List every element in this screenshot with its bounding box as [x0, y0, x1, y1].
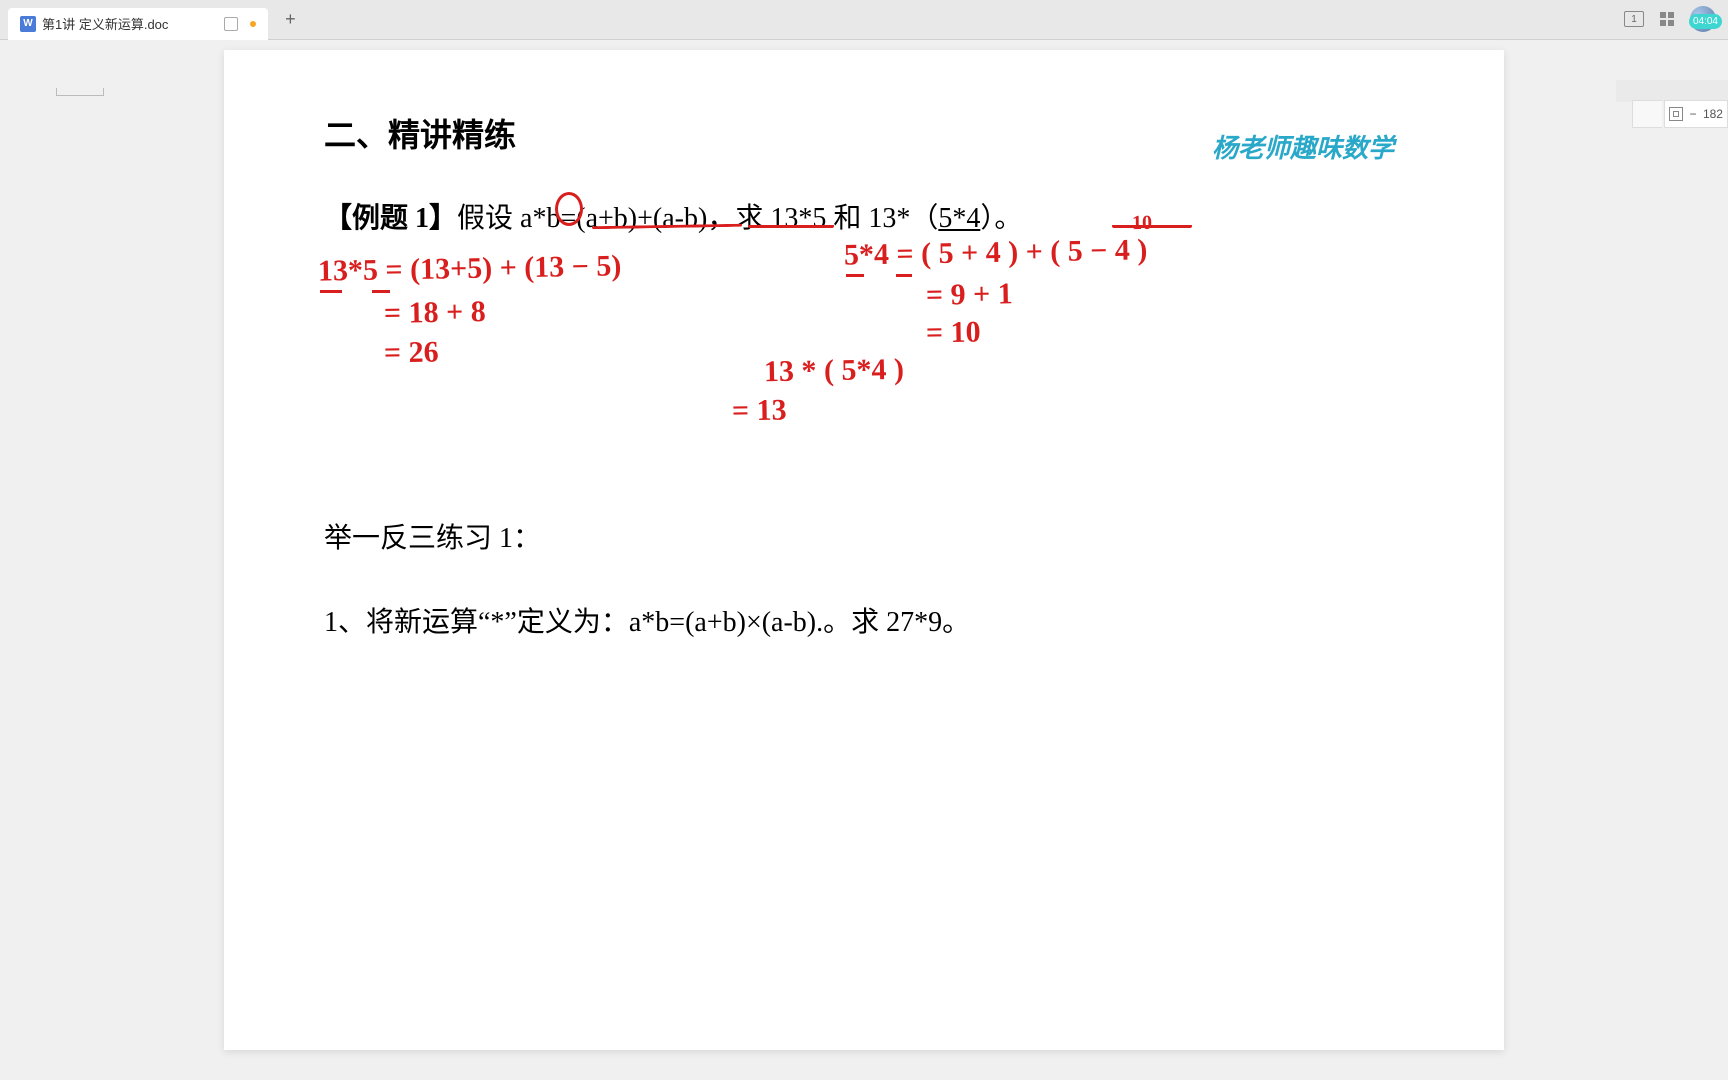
handwriting-left-2: = 18 + 8: [384, 295, 486, 331]
watermark-text: 杨老师趣味数学: [1212, 128, 1394, 165]
document-page: 二、精讲精练 杨老师趣味数学 【例题 1】假设 a*b=(a+b)+(a-b)，…: [224, 50, 1504, 1050]
unsaved-dot-icon: [250, 21, 256, 27]
example-text-3: ）。: [980, 203, 1022, 234]
handwriting-left-3: = 26: [384, 336, 439, 371]
hw-under-a: [320, 290, 342, 293]
handwriting-mid-2: = 13: [732, 394, 787, 429]
example-paren: 5*4: [938, 203, 980, 234]
timestamp-badge: 04:04: [1689, 14, 1722, 29]
handwriting-mid-1: 13 * ( 5*4 ): [764, 353, 905, 389]
side-panel-stub: [1616, 80, 1728, 102]
zoom-minus-button[interactable]: −: [1689, 107, 1696, 121]
example-text-1: 假设: [457, 203, 520, 234]
tab-bar: 第1讲 定义新运算.doc + 1: [0, 0, 1728, 40]
red-circle-annotation: [555, 192, 583, 226]
practice-heading: 举一反三练习 1：: [324, 516, 1404, 556]
hw-under-b: [372, 290, 390, 293]
document-tab[interactable]: 第1讲 定义新运算.doc: [8, 8, 268, 40]
handwriting-right-1: 5*4 = ( 5 + 4 ) + ( 5 − 4 ): [844, 233, 1148, 272]
handwriting-left-1: 13*5 = (13+5) + (13 − 5): [318, 249, 622, 288]
zoom-value: 182: [1703, 107, 1723, 121]
red-underline-2: [748, 224, 834, 228]
hw-under-d: [896, 274, 912, 277]
practice-question-1: 1、将新运算“*”定义为：a*b=(a+b)×(a-b).。求 27*9。: [324, 600, 1404, 640]
zoom-control[interactable]: − 182: [1664, 100, 1728, 128]
apps-grid-icon[interactable]: [1656, 8, 1678, 30]
example-label: 【例题 1】: [324, 203, 457, 234]
example-formula: a*b=(a+b)+(a-b): [520, 203, 707, 234]
tab-title: 第1讲 定义新运算.doc: [42, 14, 168, 33]
ruler-mark: [56, 88, 104, 96]
tab-status-icon: [224, 17, 238, 31]
example-text-2: ，求 13*5 和 13*（: [707, 203, 938, 234]
fit-page-icon[interactable]: [1669, 107, 1683, 121]
new-tab-button[interactable]: +: [276, 6, 304, 34]
handwriting-right-2: = 9 + 1: [926, 277, 1013, 313]
plus-icon: +: [285, 9, 296, 30]
layout-mode-icon[interactable]: 1: [1624, 11, 1644, 27]
handwriting-right-3: = 10: [926, 316, 981, 351]
document-viewport: − 182 二、精讲精练 杨老师趣味数学 【例题 1】假设 a*b=(a+b)+…: [0, 40, 1728, 1080]
handwriting-right-1-sup: 10: [1132, 212, 1152, 235]
word-doc-icon: [20, 16, 36, 32]
example-1-line: 【例题 1】假设 a*b=(a+b)+(a-b)，求 13*5 和 13*（5*…: [324, 196, 1404, 236]
hw-under-c: [846, 274, 864, 277]
zoom-panel-tab[interactable]: [1632, 100, 1662, 128]
